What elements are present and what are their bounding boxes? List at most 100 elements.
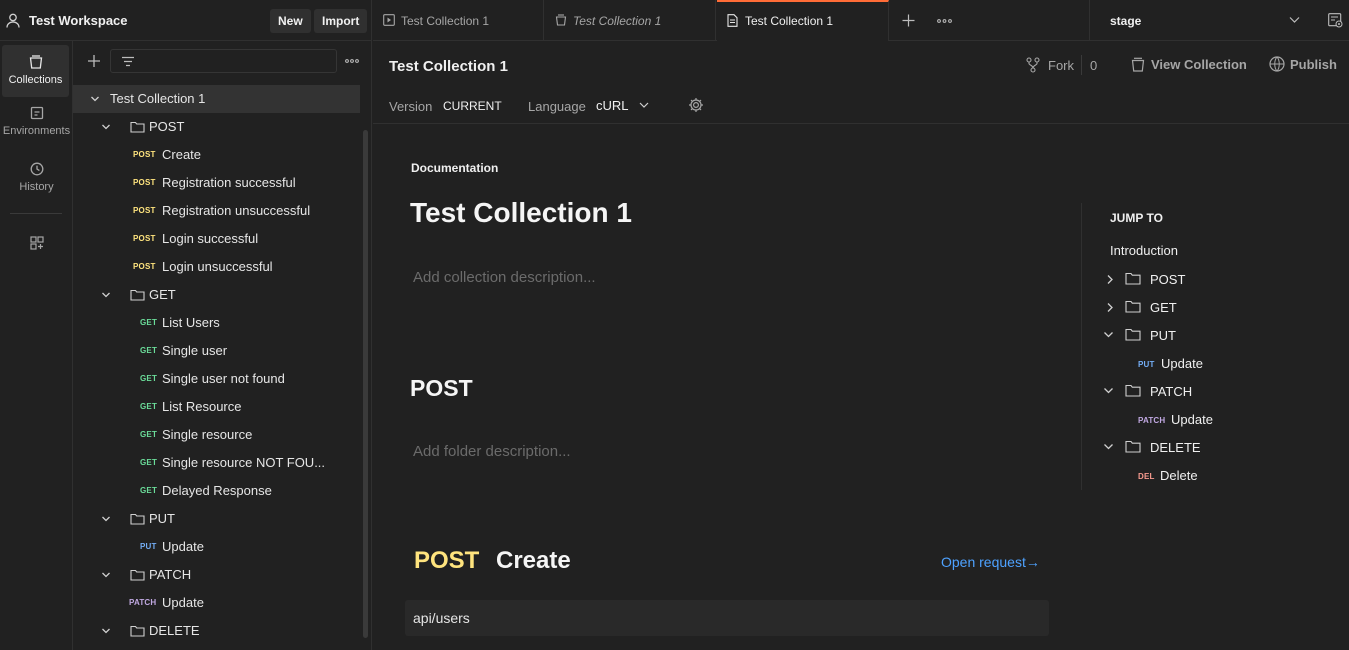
folder-item-patch[interactable]: PATCH	[73, 561, 360, 589]
jump-to-introduction[interactable]: Introduction	[1110, 243, 1178, 258]
rail-item-collections[interactable]: Collections	[2, 45, 69, 97]
request-item[interactable]: POST Login successful	[73, 225, 360, 253]
jump-folder-name: GET	[1150, 300, 1177, 315]
environment-quick-look-icon[interactable]	[1328, 13, 1343, 28]
rail-label: Environments	[2, 125, 71, 137]
folder-icon	[1125, 383, 1141, 397]
chevron-down-icon[interactable]	[101, 122, 111, 132]
request-name: Update	[162, 595, 204, 610]
request-item[interactable]: GET Delayed Response	[73, 477, 360, 505]
open-request-link[interactable]: Open request→	[941, 554, 1040, 570]
chevron-down-icon[interactable]	[101, 570, 111, 580]
workspace-name[interactable]: Test Workspace	[29, 13, 128, 28]
request-name: List Resource	[162, 399, 242, 414]
chevron-down-icon[interactable]	[101, 626, 111, 636]
new-tab-icon[interactable]	[902, 14, 915, 27]
folder-name: POST	[149, 119, 185, 134]
chevron-down-icon[interactable]	[1103, 443, 1114, 451]
request-item[interactable]: GET Single resource	[73, 421, 360, 449]
jump-request-name: Update	[1171, 412, 1213, 427]
tab-options-icon[interactable]	[937, 19, 952, 23]
jump-folder-name: PATCH	[1150, 384, 1193, 399]
request-name: Single user not found	[162, 371, 285, 386]
collection-title: Test Collection 1	[410, 197, 632, 228]
chevron-down-icon[interactable]	[101, 290, 111, 300]
rail-item-environments[interactable]: Environments	[0, 105, 73, 157]
rail-item-configure[interactable]	[0, 235, 73, 287]
method-badge: POST	[133, 234, 156, 243]
method-badge: PATCH	[129, 598, 157, 607]
user-icon[interactable]	[6, 13, 20, 28]
fork-button[interactable]: Fork	[1048, 58, 1074, 73]
environment-selector[interactable]: stage	[1089, 0, 1349, 41]
publish-button[interactable]: Publish	[1290, 57, 1337, 72]
folder-icon	[130, 512, 145, 525]
new-button[interactable]: New	[270, 9, 311, 33]
request-item[interactable]: POST Registration unsuccessful	[73, 197, 360, 225]
jump-folder-name: PUT	[1150, 328, 1176, 343]
chevron-right-icon[interactable]	[1106, 302, 1114, 313]
filter-input[interactable]	[110, 49, 337, 73]
documentation-label: Documentation	[411, 161, 499, 175]
tab-runner[interactable]: Test Collection 1	[373, 0, 544, 41]
folder-description-field[interactable]: Add folder description...	[413, 443, 571, 460]
request-name: Delayed Response	[162, 483, 272, 498]
add-icon[interactable]	[87, 54, 101, 68]
request-item[interactable]: PUT Update	[73, 533, 360, 561]
method-badge: GET	[140, 318, 158, 327]
publish-icon	[1269, 56, 1286, 73]
import-button[interactable]: Import	[314, 9, 368, 33]
request-item[interactable]: POST Login unsuccessful	[73, 253, 360, 281]
jump-request-name: Delete	[1160, 468, 1198, 483]
tab-bar: Test Collection 1 Test Collection 1 Test…	[373, 0, 1349, 41]
request-name: Registration successful	[162, 175, 296, 190]
request-item[interactable]: PATCH Update	[73, 589, 360, 617]
folder-item-put[interactable]: PUT	[73, 505, 360, 533]
more-options-icon[interactable]	[345, 59, 359, 63]
collection-description-field[interactable]: Add collection description...	[413, 269, 596, 286]
request-name: Login successful	[162, 231, 259, 246]
request-item[interactable]: GET Single user not found	[73, 365, 360, 393]
folder-icon	[1125, 271, 1141, 285]
folder-icon	[1125, 299, 1141, 313]
request-name: Registration unsuccessful	[162, 203, 311, 218]
sidebar-scrollbar[interactable]	[363, 130, 368, 638]
method-badge: POST	[133, 206, 156, 215]
version-select[interactable]: CURRENT	[443, 99, 502, 113]
request-item[interactable]: POST Create	[73, 141, 360, 169]
chevron-down-icon[interactable]	[1103, 331, 1114, 339]
rail-item-history[interactable]: History	[0, 161, 73, 213]
method-badge: PATCH	[1138, 416, 1166, 425]
chevron-down-icon[interactable]	[639, 102, 649, 109]
request-url-box: api/users	[405, 600, 1049, 636]
jump-folder-name: DELETE	[1150, 440, 1201, 455]
request-item[interactable]: GET List Resource	[73, 393, 360, 421]
folder-icon	[130, 624, 145, 637]
collections-icon	[2, 54, 69, 70]
view-collection-button[interactable]: View Collection	[1151, 57, 1247, 72]
method-badge: GET	[140, 486, 158, 495]
folder-item-delete[interactable]: DELETE	[73, 617, 360, 645]
chevron-down-icon[interactable]	[101, 514, 111, 524]
method-badge: POST	[133, 178, 156, 187]
jump-folder-name: POST	[1150, 272, 1186, 287]
settings-gear-icon[interactable]	[688, 97, 704, 113]
request-name: Single user	[162, 343, 228, 358]
chevron-down-icon[interactable]	[1103, 387, 1114, 395]
folder-item-post[interactable]: POST	[73, 113, 360, 141]
collection-item[interactable]: Test Collection 1	[73, 85, 360, 113]
request-item[interactable]: POST Registration successful	[73, 169, 360, 197]
folder-item-get[interactable]: GET	[73, 281, 360, 309]
request-item[interactable]: GET List Users	[73, 309, 360, 337]
chevron-right-icon[interactable]	[1106, 274, 1114, 285]
chevron-down-icon[interactable]	[90, 94, 100, 104]
tab-label: Test Collection 1	[745, 14, 834, 28]
tab-collection[interactable]: Test Collection 1	[545, 0, 716, 41]
language-select[interactable]: cURL	[596, 98, 629, 113]
collection-name: Test Collection 1	[110, 91, 206, 106]
collection-icon	[1131, 57, 1145, 72]
request-item[interactable]: GET Single user	[73, 337, 360, 365]
tab-documentation[interactable]: Test Collection 1	[717, 0, 889, 41]
folder-name: PUT	[149, 511, 175, 526]
request-item[interactable]: GET Single resource NOT FOU...	[73, 449, 360, 477]
